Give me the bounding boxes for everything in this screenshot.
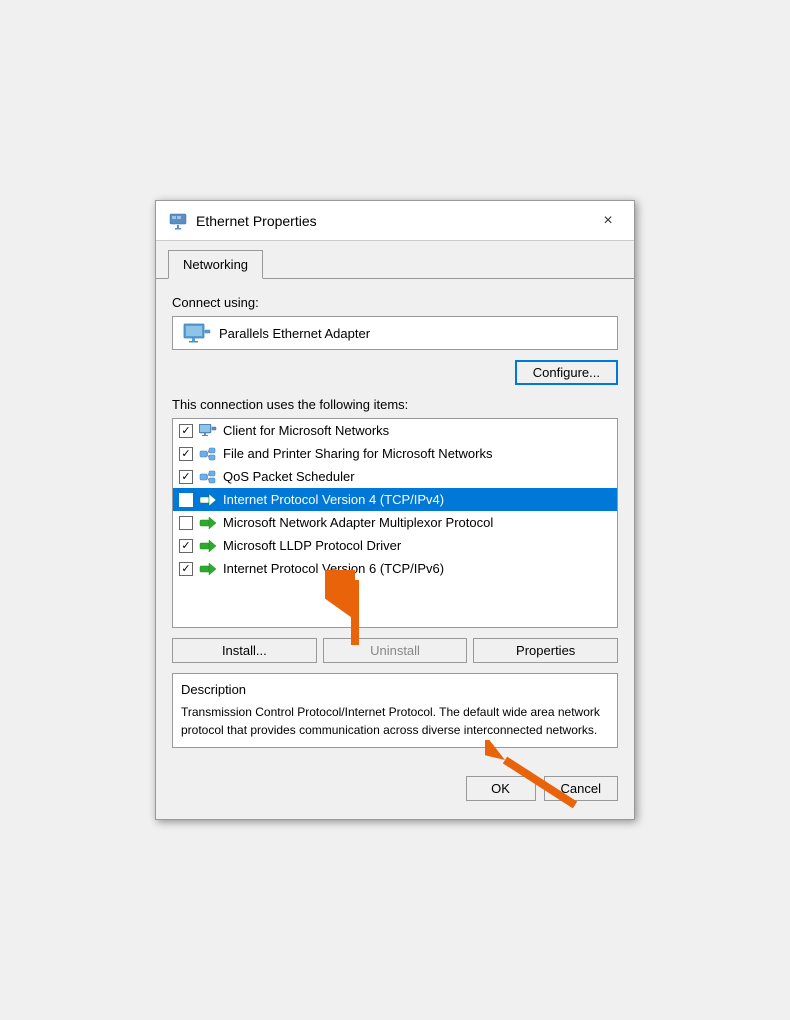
tab-strip: Networking	[156, 241, 634, 279]
item-icon	[199, 516, 217, 530]
item-label: Microsoft LLDP Protocol Driver	[223, 538, 401, 553]
configure-row: Configure...	[172, 360, 618, 385]
list-item[interactable]: Internet Protocol Version 6 (TCP/IPv6)	[173, 557, 617, 580]
item-checkbox[interactable]	[179, 539, 193, 553]
properties-button[interactable]: Properties	[473, 638, 618, 663]
item-icon	[199, 493, 217, 507]
item-checkbox[interactable]	[179, 470, 193, 484]
title-bar: Ethernet Properties ×	[156, 201, 634, 241]
connection-items-label: This connection uses the following items…	[172, 397, 618, 412]
item-label: QoS Packet Scheduler	[223, 469, 355, 484]
list-item[interactable]: Client for Microsoft Networks	[173, 419, 617, 442]
ethernet-properties-dialog: Ethernet Properties × Networking Connect…	[155, 200, 635, 820]
item-checkbox[interactable]	[179, 424, 193, 438]
item-icon	[199, 562, 217, 576]
install-button[interactable]: Install...	[172, 638, 317, 663]
item-checkbox[interactable]	[179, 447, 193, 461]
item-label: Client for Microsoft Networks	[223, 423, 389, 438]
item-checkbox[interactable]	[179, 516, 193, 530]
items-list[interactable]: Client for Microsoft Networks File and P…	[172, 418, 618, 628]
item-checkbox[interactable]	[179, 562, 193, 576]
item-icon	[199, 447, 217, 461]
tab-networking[interactable]: Networking	[168, 250, 263, 279]
adapter-icon	[183, 323, 211, 343]
cancel-button[interactable]: Cancel	[544, 776, 618, 801]
adapter-box: Parallels Ethernet Adapter	[172, 316, 618, 350]
configure-button[interactable]: Configure...	[515, 360, 618, 385]
item-label: Internet Protocol Version 4 (TCP/IPv4)	[223, 492, 444, 507]
item-icon	[199, 470, 217, 484]
dialog-body: Connect using: Parallels Ethernet Adapte…	[156, 279, 634, 764]
adapter-name: Parallels Ethernet Adapter	[219, 326, 370, 341]
uninstall-button[interactable]: Uninstall	[323, 638, 468, 663]
action-buttons-row: Install... Uninstall Properties	[172, 638, 618, 663]
item-label: Internet Protocol Version 6 (TCP/IPv6)	[223, 561, 444, 576]
item-checkbox[interactable]	[179, 493, 193, 507]
ok-button[interactable]: OK	[466, 776, 536, 801]
list-item[interactable]: QoS Packet Scheduler	[173, 465, 617, 488]
ethernet-icon	[168, 211, 188, 231]
list-item[interactable]: File and Printer Sharing for Microsoft N…	[173, 442, 617, 465]
list-item[interactable]: Microsoft Network Adapter Multiplexor Pr…	[173, 511, 617, 534]
connect-using-label: Connect using:	[172, 295, 618, 310]
item-label: Microsoft Network Adapter Multiplexor Pr…	[223, 515, 493, 530]
ok-cancel-row: OK Cancel	[156, 764, 634, 817]
item-icon	[199, 539, 217, 553]
list-item[interactable]: Microsoft LLDP Protocol Driver	[173, 534, 617, 557]
description-text: Transmission Control Protocol/Internet P…	[181, 703, 609, 739]
close-button[interactable]: ×	[594, 207, 622, 235]
item-icon	[199, 424, 217, 438]
description-box: Description Transmission Control Protoco…	[172, 673, 618, 748]
item-label: File and Printer Sharing for Microsoft N…	[223, 446, 492, 461]
dialog-title: Ethernet Properties	[196, 213, 594, 229]
description-title: Description	[181, 682, 609, 697]
list-item[interactable]: Internet Protocol Version 4 (TCP/IPv4)	[173, 488, 617, 511]
